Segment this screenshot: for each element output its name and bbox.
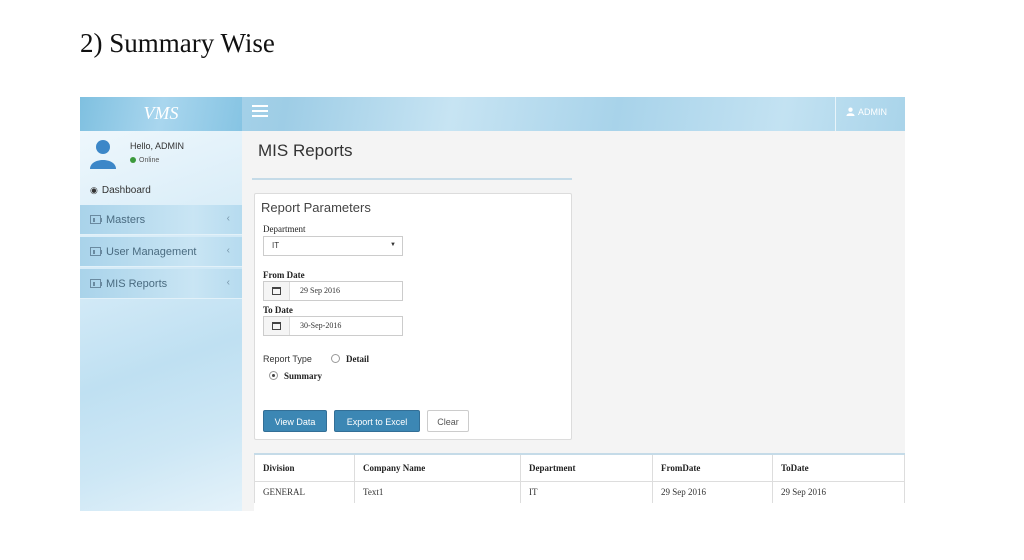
panel-title: Report Parameters (261, 200, 371, 215)
from-date-label: From Date (263, 270, 305, 280)
sidebar-item-dashboard[interactable]: ◉ Dashboard (90, 185, 151, 196)
calendar-icon[interactable] (264, 317, 290, 335)
table-cell: Text1 (354, 481, 521, 503)
sidebar-item-masters[interactable]: Masters ‹ (80, 205, 242, 235)
view-data-button[interactable]: View Data (263, 410, 327, 432)
department-value: IT (272, 241, 280, 250)
to-date-value: 30-Sep-2016 (300, 321, 342, 330)
table-cell: IT (520, 481, 653, 503)
department-label: Department (263, 224, 306, 234)
document-heading: 2) Summary Wise (80, 28, 275, 58)
hamburger-menu-icon[interactable] (252, 105, 268, 121)
column-header[interactable]: Division (254, 455, 355, 482)
chevron-left-icon: ‹ (226, 213, 230, 224)
main-content: MIS Reports Report Parameters Department… (242, 131, 905, 511)
from-date-value: 29 Sep 2016 (300, 286, 340, 295)
sidebar-item-label: Dashboard (101, 185, 151, 196)
detail-radio-label: Detail (346, 354, 369, 364)
chart-icon (90, 215, 102, 224)
export-excel-button[interactable]: Export to Excel (334, 410, 420, 432)
table-cell: 29 Sep 2016 (772, 481, 905, 503)
results-table-container: Division Company Name Department FromDat… (254, 453, 905, 511)
column-header[interactable]: FromDate (652, 455, 773, 482)
online-status-label: Online (139, 157, 160, 164)
results-table: Division Company Name Department FromDat… (254, 455, 905, 503)
sidebar-item-label: Masters (106, 214, 146, 226)
column-header[interactable]: Department (520, 455, 653, 482)
column-header[interactable]: ToDate (772, 455, 905, 482)
sidebar-item-label: User Management (106, 246, 197, 258)
app-screenshot: VMS ADMIN Hello, ADMIN Online ◉ Dashboard… (80, 97, 905, 511)
user-menu-label: ADMIN (858, 107, 887, 117)
chart-icon (90, 247, 102, 256)
from-date-field[interactable]: 29 Sep 2016 (263, 281, 403, 301)
to-date-label: To Date (263, 305, 293, 315)
table-cell: GENERAL (254, 481, 355, 503)
chevron-left-icon: ‹ (226, 245, 230, 256)
online-dot-icon (130, 157, 136, 164)
department-select[interactable]: IT ▼ (263, 236, 403, 256)
page-title: MIS Reports (258, 141, 353, 160)
report-parameters-panel: Report Parameters Department IT ▼ From D… (254, 193, 572, 440)
column-header[interactable]: Company Name (354, 455, 521, 482)
user-greeting: Hello, ADMIN (130, 141, 185, 151)
sidebar-item-label: MIS Reports (106, 278, 168, 290)
dashboard-icon: ◉ (90, 185, 98, 195)
report-type-label: Report Type (263, 354, 312, 364)
chart-icon (90, 279, 102, 288)
avatar (90, 139, 116, 169)
table-row: GENERAL Text1 IT 29 Sep 2016 29 Sep 2016 (254, 481, 905, 503)
user-panel: Hello, ADMIN Online (80, 131, 242, 181)
summary-radio[interactable] (269, 371, 278, 380)
sidebar-item-user-management[interactable]: User Management ‹ (80, 237, 242, 267)
user-menu[interactable]: ADMIN (835, 97, 905, 131)
calendar-icon[interactable] (264, 282, 290, 300)
app-logo[interactable]: VMS (80, 103, 242, 124)
detail-radio[interactable] (331, 354, 340, 363)
title-divider (252, 178, 572, 180)
table-header-row: Division Company Name Department FromDat… (254, 455, 905, 482)
caret-down-icon: ▼ (390, 242, 396, 248)
sidebar: Hello, ADMIN Online ◉ Dashboard Masters ‹… (80, 131, 242, 511)
sidebar-item-mis-reports[interactable]: MIS Reports ‹ (80, 269, 242, 299)
user-icon (846, 107, 855, 118)
to-date-field[interactable]: 30-Sep-2016 (263, 316, 403, 336)
summary-radio-label: Summary (284, 371, 322, 381)
top-navbar: VMS ADMIN (80, 97, 905, 131)
clear-button[interactable]: Clear (427, 410, 469, 432)
online-status: Online (130, 157, 159, 164)
table-cell: 29 Sep 2016 (652, 481, 773, 503)
logo-area: VMS (80, 97, 242, 131)
chevron-left-icon: ‹ (226, 277, 230, 288)
